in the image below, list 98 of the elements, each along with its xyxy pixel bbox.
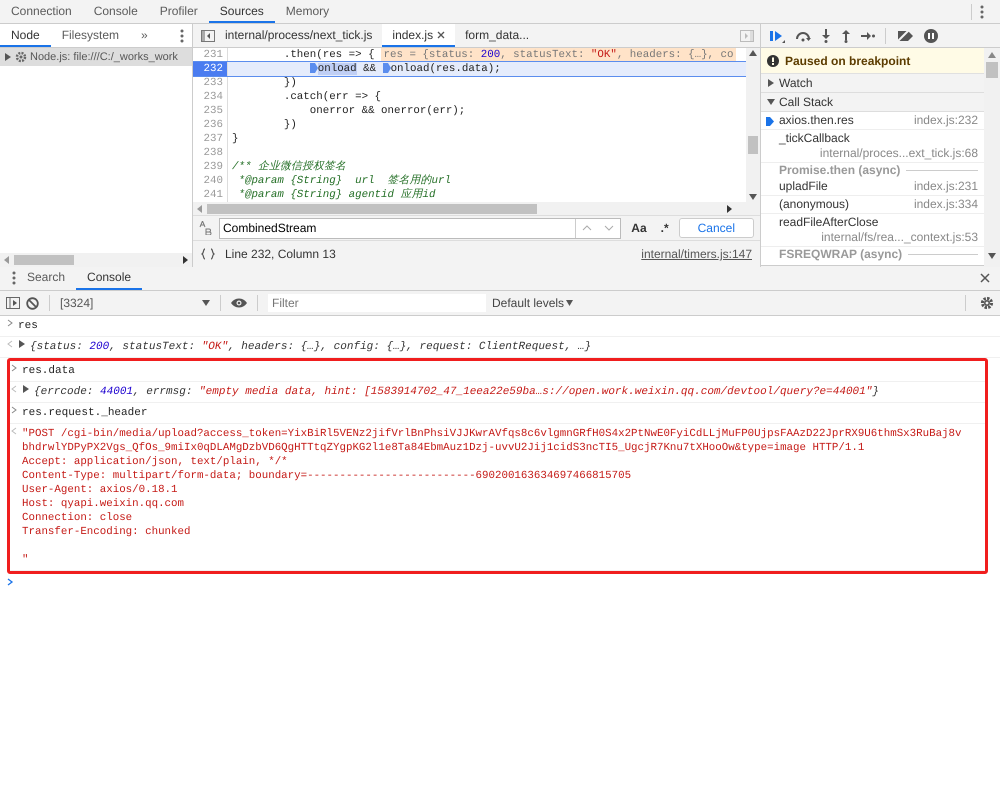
file-tab[interactable]: index.js xyxy=(382,24,456,47)
console-command: res xyxy=(18,319,38,333)
match-case-button[interactable]: Aa xyxy=(627,221,651,235)
call-frame[interactable]: (anonymous) index.js:334 xyxy=(761,196,984,214)
prompt-chevron-icon[interactable] xyxy=(6,578,14,586)
prompt-chevron-icon[interactable] xyxy=(10,406,18,414)
code-line: }) xyxy=(282,76,297,90)
inline-value: res = {status: 200, statusText: "OK", headers: {…}, co xyxy=(380,48,736,62)
line-number: 236 xyxy=(193,118,228,132)
code-line: }) xyxy=(282,118,297,132)
line-number: 239 xyxy=(193,160,228,174)
gear-icon[interactable] xyxy=(15,51,27,63)
scroll-up-icon[interactable] xyxy=(749,50,757,56)
code-line: onerror && onerror(err); xyxy=(308,104,466,118)
async-separator: Promise.then (async) xyxy=(779,163,900,178)
line-number: 235 xyxy=(193,104,228,118)
close-icon[interactable] xyxy=(980,273,990,283)
source-link[interactable]: internal/timers.js:147 xyxy=(641,247,752,261)
cancel-button[interactable]: Cancel xyxy=(678,218,754,238)
scroll-right-icon[interactable] xyxy=(182,256,188,264)
step-icon[interactable] xyxy=(861,30,875,40)
info-icon[interactable] xyxy=(767,54,779,66)
caret-icon xyxy=(566,300,574,306)
scroll-right-icon[interactable] xyxy=(726,204,732,212)
toggle-navigator-icon[interactable] xyxy=(201,30,215,42)
call-frame[interactable]: axios.then.res index.js:232 xyxy=(761,112,984,130)
more-tabs-button[interactable]: » xyxy=(130,24,159,47)
step-into-icon[interactable] xyxy=(821,28,831,42)
close-icon[interactable] xyxy=(437,30,446,38)
pretty-print-icon[interactable] xyxy=(201,248,215,260)
scroll-down-icon[interactable] xyxy=(749,194,757,200)
code-line: /** 企业微信授权签名 xyxy=(232,160,346,174)
breakpoint-marker-icon[interactable] xyxy=(382,63,391,74)
clear-console-icon[interactable] xyxy=(26,296,39,310)
panel-tab[interactable]: Connection xyxy=(0,0,83,23)
prompt-chevron-icon[interactable] xyxy=(6,319,14,327)
scrollbar-thumb[interactable] xyxy=(986,62,998,78)
context-selector[interactable]: [3324] xyxy=(60,296,210,310)
line-number: 240 xyxy=(193,174,228,188)
console-command: res.request._header xyxy=(22,406,148,420)
navigator-tab[interactable]: Filesystem xyxy=(50,24,130,47)
code-line: onload && onload(res.data); xyxy=(310,62,501,76)
file-tab[interactable]: form_data... xyxy=(455,24,540,47)
scrollbar-thumb[interactable] xyxy=(14,255,74,265)
settings-icon[interactable] xyxy=(980,296,994,310)
drawer-tab[interactable]: Search xyxy=(16,266,76,290)
console-result: {status: 200, statusText: "OK", headers: {…}, config: {…}, request: ClientRequest, …} xyxy=(30,340,592,354)
step-over-icon[interactable] xyxy=(795,30,811,42)
expand-triangle-icon[interactable] xyxy=(4,53,12,61)
scrollbar-thumb[interactable] xyxy=(748,136,758,154)
caret-icon xyxy=(202,300,210,306)
code-line: .catch(err => { xyxy=(282,90,382,104)
console-result: "POST /cgi-bin/media/upload?access_token=YixBiRl5VENz2jifVrlBnPhsiVJJKwrAVfqs8c6vlgmnGRfH0S4x2PtNwE0FyiCdLLjMuFP0UjpsFAAzD22JprRX9U6thmSx3RuBaj8v bhdrwlYDPyPX2Vgs_QfOs_9miIx0qDLAMgDzbVD6QgHTTtqZYgpKG2l1e8Ta84EbmAuz1Dzj-uvvU2Jij1cidS3ncTI5_UgcjR7Knu7tXHooOw&type=image HTTP/1.1 Accept: application/json, text/plain, */* Content-Type: multipart/form-data; boundary=--------------------------690200163634697466815705 User-Agent: axios/0.18.1 Host: qyapi.weixin.qq.com Connection: close Transfer-Encoding: chunked " xyxy=(22,427,962,567)
levels-dropdown[interactable]: Default levels xyxy=(492,296,574,310)
file-tab[interactable]: internal/process/next_tick.js xyxy=(215,24,382,47)
section-header[interactable]: Watch xyxy=(761,74,984,93)
prompt-chevron-icon[interactable] xyxy=(10,364,18,372)
filter-field[interactable]: Filter xyxy=(268,294,486,312)
scroll-up-icon[interactable] xyxy=(988,52,996,58)
call-frame[interactable]: upladFile index.js:231 xyxy=(761,178,984,196)
sidebar-toggle-icon[interactable] xyxy=(6,297,20,309)
line-number: 238 xyxy=(193,146,228,160)
paused-message: Paused on breakpoint xyxy=(785,54,910,68)
step-out-icon[interactable] xyxy=(841,28,851,42)
deactivate-breakpoints-icon[interactable] xyxy=(896,28,914,42)
scroll-down-icon[interactable] xyxy=(988,253,996,259)
code-line: .then(res => { xyxy=(282,48,375,62)
panel-tab[interactable]: Memory xyxy=(274,0,340,23)
async-separator: FSREQWRAP (async) xyxy=(779,247,902,262)
expand-triangle-icon[interactable] xyxy=(767,79,775,87)
resume-icon[interactable] xyxy=(769,28,785,42)
line-number: 237 xyxy=(193,132,228,146)
code-line: *@param {String} agentid 应用id xyxy=(237,188,436,202)
expand-triangle-icon[interactable] xyxy=(767,98,775,106)
code-line: *@param {String} url 签名用的url xyxy=(237,174,451,188)
line-number: 234 xyxy=(193,90,228,104)
scrollbar-thumb[interactable] xyxy=(207,204,537,214)
console-command: res.data xyxy=(22,364,75,378)
search-field[interactable]: CombinedStream xyxy=(219,218,622,238)
panel-tab[interactable]: Profiler xyxy=(148,0,209,23)
cursor-position: Line 232, Column 13 xyxy=(225,247,336,261)
code-line: } xyxy=(232,132,238,146)
replace-toggle-icon[interactable] xyxy=(199,221,213,235)
tree-item[interactable]: Node.js: file:///C:/_works_work xyxy=(0,48,192,66)
regex-button[interactable]: .* xyxy=(656,221,673,235)
panel-tab[interactable]: Console xyxy=(82,0,149,23)
console-result: {errcode: 44001, errmsg: "empty media data, hint: [1583914702_47_1eea22e59ba…s://open.work.weixin.qq.com/devtool/query?e=44001"} xyxy=(34,385,879,399)
pause-icon[interactable] xyxy=(924,28,938,42)
toggle-debugger-icon[interactable] xyxy=(740,30,754,42)
section-header[interactable]: Call Stack xyxy=(761,93,984,112)
more-icon[interactable] xyxy=(12,271,16,285)
expand-triangle-icon[interactable] xyxy=(22,385,30,393)
line-number: 232 xyxy=(193,62,228,76)
line-number: 233 xyxy=(193,76,228,90)
expand-triangle-icon[interactable] xyxy=(18,340,26,348)
eye-icon[interactable] xyxy=(231,298,247,308)
more-icon[interactable] xyxy=(980,4,984,18)
more-icon[interactable] xyxy=(180,28,184,42)
